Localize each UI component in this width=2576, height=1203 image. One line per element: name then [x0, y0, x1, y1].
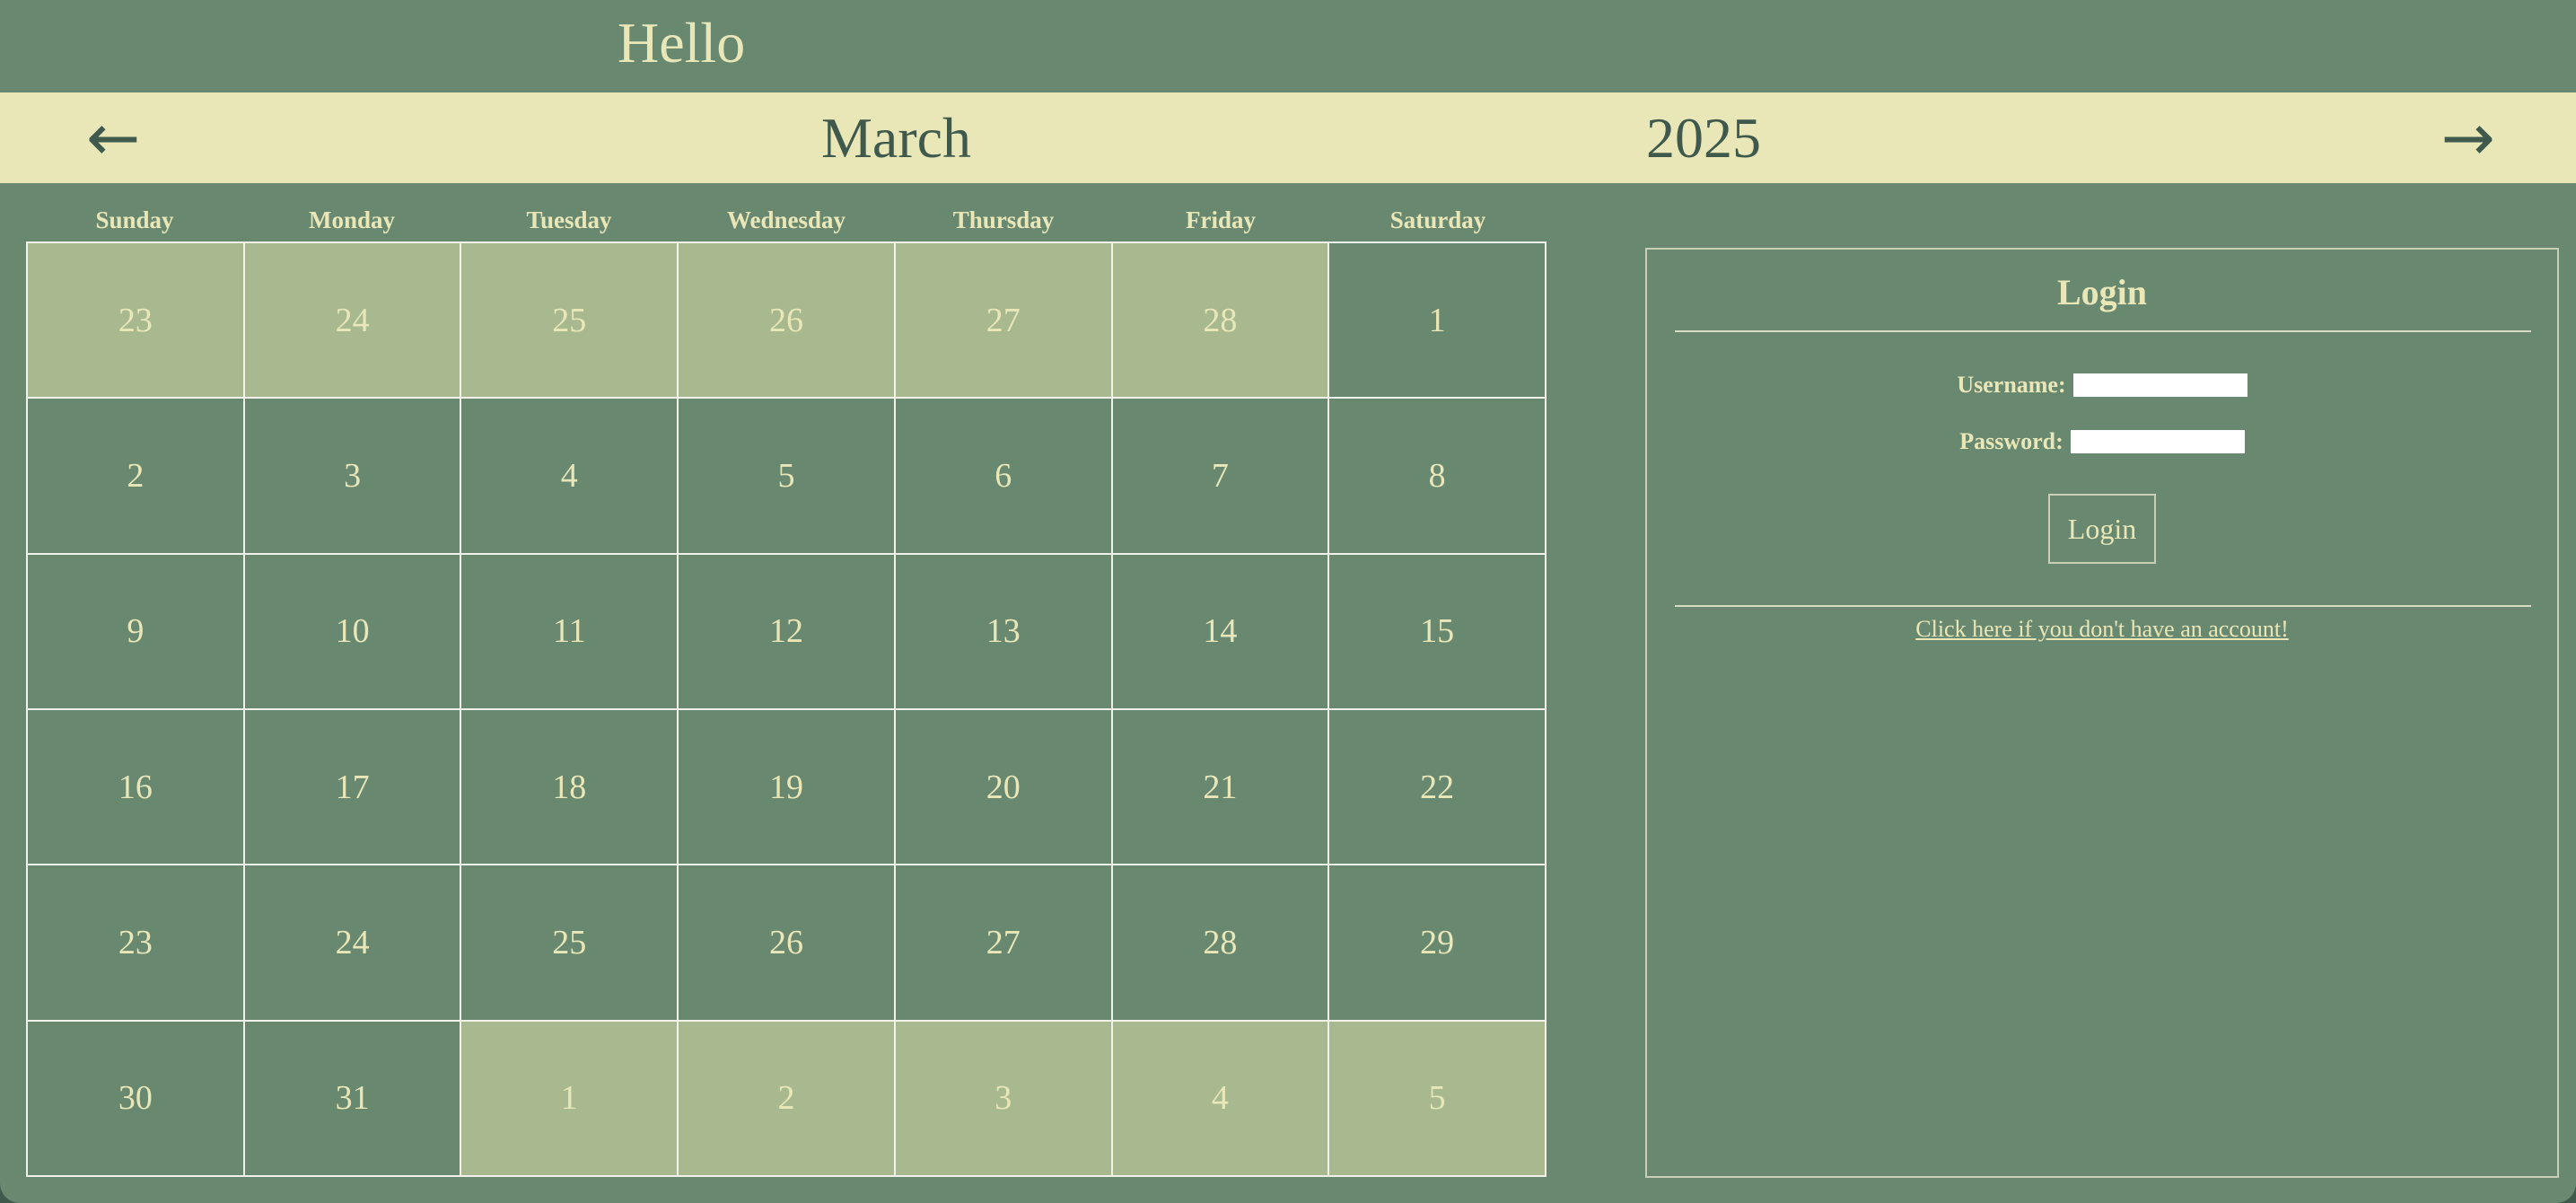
calendar-day-cell[interactable]: 2	[679, 1021, 896, 1177]
weekday-header-row: Sunday Monday Tuesday Wednesday Thursday…	[26, 206, 1546, 234]
next-month-arrow-icon[interactable]: →	[2441, 92, 2495, 183]
calendar-day-cell[interactable]: 10	[244, 554, 462, 710]
login-divider-top	[1675, 330, 2531, 332]
calendar-day-cell[interactable]: 24	[244, 243, 462, 400]
calendar-day-cell[interactable]: 22	[1329, 709, 1546, 866]
calendar-day-cell[interactable]: 7	[1112, 399, 1330, 555]
calendar-day-cell[interactable]: 23	[28, 243, 245, 400]
calendar-grid: 23 24 25 26 27 28 1 2 3 4 5 6 7 8 9 10 11 12 13 14 15 16 17 18 1…	[26, 241, 1546, 1177]
password-input[interactable]	[2070, 430, 2245, 453]
calendar-day-cell[interactable]: 1	[461, 1021, 679, 1177]
calendar-day-cell[interactable]: 18	[461, 709, 679, 866]
calendar-day-cell[interactable]: 4	[1112, 1021, 1330, 1177]
calendar-day-cell[interactable]: 29	[1329, 865, 1546, 1022]
calendar-day-cell[interactable]: 20	[895, 709, 1113, 866]
calendar-day-cell[interactable]: 8	[1329, 399, 1546, 555]
weekday-friday: Friday	[1186, 206, 1256, 233]
password-row: Password:	[1647, 428, 2557, 455]
prev-month-arrow-icon[interactable]: ←	[86, 92, 140, 183]
calendar-day-cell[interactable]: 16	[28, 709, 245, 866]
month-label: March	[821, 106, 972, 170]
calendar-day-cell[interactable]: 3	[895, 1021, 1113, 1177]
calendar-day-cell[interactable]: 1	[1329, 243, 1546, 400]
weekday-wednesday: Wednesday	[726, 206, 846, 233]
username-input[interactable]	[2072, 373, 2247, 397]
login-button[interactable]: Login	[2048, 494, 2156, 564]
calendar-day-cell[interactable]: 4	[461, 399, 679, 555]
calendar-day-cell[interactable]: 25	[461, 865, 679, 1022]
username-label: Username:	[1957, 372, 2066, 398]
calendar-day-cell[interactable]: 15	[1329, 554, 1546, 710]
calendar-day-cell[interactable]: 3	[244, 399, 462, 555]
weekday-tuesday: Tuesday	[526, 206, 612, 233]
calendar-day-cell[interactable]: 26	[679, 865, 896, 1022]
calendar-day-cell[interactable]: 27	[895, 243, 1113, 400]
calendar-day-cell[interactable]: 23	[28, 865, 245, 1022]
calendar-day-cell[interactable]: 24	[244, 865, 462, 1022]
calendar-day-cell[interactable]: 11	[461, 554, 679, 710]
login-panel: Login Username: Password: Login Click he…	[1645, 248, 2559, 1178]
weekday-sunday: Sunday	[95, 206, 174, 233]
calendar-day-cell[interactable]: 28	[1112, 243, 1330, 400]
calendar-day-cell[interactable]: 13	[895, 554, 1113, 710]
weekday-thursday: Thursday	[952, 206, 1055, 233]
month-navigation-bar: ← March 2025 →	[0, 92, 2576, 183]
calendar-day-cell[interactable]: 30	[28, 1021, 245, 1177]
calendar-day-cell[interactable]: 25	[461, 243, 679, 400]
weekday-saturday: Saturday	[1389, 206, 1486, 233]
calendar-day-cell[interactable]: 26	[679, 243, 896, 400]
username-row: Username:	[1647, 372, 2557, 399]
calendar-day-cell[interactable]: 5	[679, 399, 896, 555]
login-title: Login	[2056, 272, 2148, 312]
calendar-day-cell[interactable]: 21	[1112, 709, 1330, 866]
calendar-day-cell[interactable]: 31	[244, 1021, 462, 1177]
login-divider-bottom	[1675, 605, 2531, 607]
calendar-day-cell[interactable]: 6	[895, 399, 1113, 555]
page: Hello ← March 2025 → Sunday Monday Tuesd…	[0, 0, 2576, 1203]
calendar-day-cell[interactable]: 17	[244, 709, 462, 866]
calendar-day-cell[interactable]: 28	[1112, 865, 1330, 1022]
signup-link[interactable]: Click here if you don't have an account!	[1647, 616, 2557, 643]
calendar-day-cell[interactable]: 9	[28, 554, 245, 710]
calendar-day-cell[interactable]: 2	[28, 399, 245, 555]
calendar-day-cell[interactable]: 12	[679, 554, 896, 710]
greeting-title: Hello	[618, 11, 746, 75]
calendar-day-cell[interactable]: 19	[679, 709, 896, 866]
year-label: 2025	[1646, 106, 1761, 170]
calendar-day-cell[interactable]: 14	[1112, 554, 1330, 710]
password-label: Password:	[1959, 428, 2063, 454]
calendar-day-cell[interactable]: 27	[895, 865, 1113, 1022]
calendar-day-cell[interactable]: 5	[1329, 1021, 1546, 1177]
weekday-monday: Monday	[308, 206, 396, 233]
